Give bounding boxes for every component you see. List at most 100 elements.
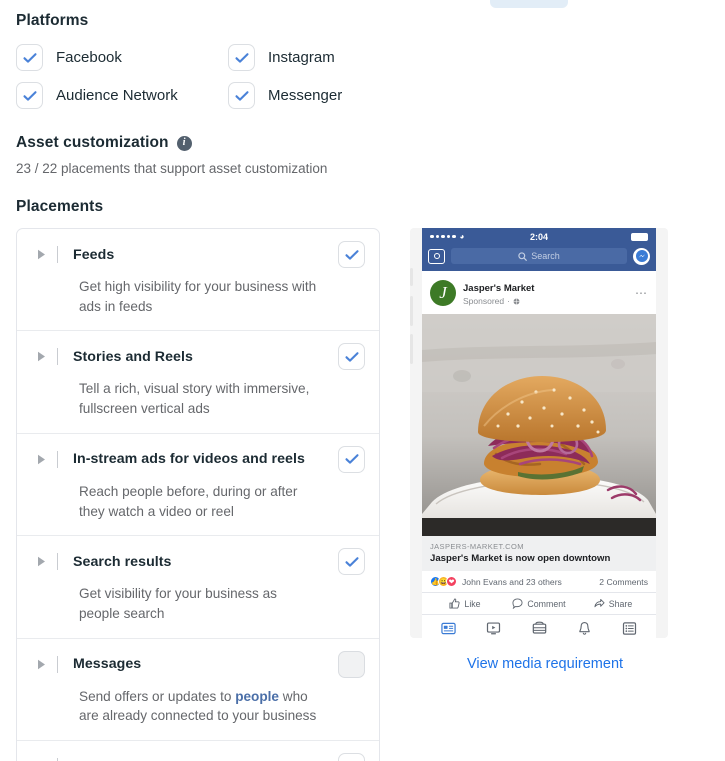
share-button[interactable]: Share	[576, 598, 650, 609]
desc-text: Reach people before, during or after the…	[79, 483, 298, 519]
platforms-grid: Facebook Instagram Audience Network Mess…	[16, 44, 380, 109]
checkbox-checked-icon[interactable]	[16, 44, 43, 71]
link-domain: JASPERS-MARKET.COM	[430, 542, 524, 552]
checkbox-checked-icon[interactable]	[338, 241, 365, 268]
search-icon	[518, 251, 528, 261]
platforms-heading: Platforms	[16, 12, 89, 29]
checkbox-checked-icon[interactable]	[338, 445, 365, 473]
checkbox-checked-icon[interactable]	[338, 343, 365, 371]
tab-watch[interactable]	[471, 621, 516, 636]
chevron-right-icon[interactable]	[35, 248, 47, 262]
reactions-group[interactable]: 👍 😀 ❤	[430, 576, 457, 588]
platform-label: Messenger	[268, 87, 343, 104]
placement-row-feeds[interactable]: Feeds Get high visibility for your busin…	[17, 229, 379, 332]
placement-name: In-stream ads for videos and reels	[73, 451, 305, 468]
placement-row-stories-and-reels[interactable]: Stories and Reels Tell a rich, visual st…	[17, 331, 379, 434]
placement-name: Messages	[73, 656, 142, 673]
camera-icon[interactable]	[428, 248, 445, 264]
placement-header: Search results	[17, 548, 379, 576]
placement-row-search-results[interactable]: Search results Get visibility for your b…	[17, 536, 379, 639]
placement-row-messages[interactable]: Messages Send offers or updates to peopl…	[17, 639, 379, 742]
placement-row-apps-and-sites[interactable]: Apps and sites Expand your reach with ad…	[17, 741, 379, 761]
placement-description: Reach people before, during or after the…	[79, 482, 317, 521]
platform-checkbox-messenger[interactable]: Messenger	[228, 82, 380, 109]
search-placeholder-text: Search	[531, 251, 560, 261]
post-header: J Jasper's Market Sponsored · ⋯	[422, 271, 656, 315]
divider	[57, 450, 58, 468]
search-input[interactable]: Search	[451, 248, 627, 264]
checkbox-checked-icon[interactable]	[228, 44, 255, 71]
share-arrow-icon	[594, 599, 605, 608]
marketplace-icon	[532, 621, 546, 634]
placements-list: Feeds Get high visibility for your busin…	[16, 228, 380, 761]
ad-preview-column: ◕ 2:04 Search J Jasper's Market Sponsore…	[400, 228, 690, 672]
tab-news-feed[interactable]	[426, 621, 471, 636]
platform-checkbox-audience-network[interactable]: Audience Network	[16, 82, 228, 109]
checkbox-checked-icon[interactable]	[16, 82, 43, 109]
platform-label: Audience Network	[56, 87, 178, 104]
checkbox-checked-icon[interactable]	[338, 753, 365, 761]
placements-panel: Platforms Facebook Instagram Audience Ne…	[0, 0, 725, 761]
placement-name: Search results	[73, 553, 172, 570]
reactions-text[interactable]: John Evans and 23 others	[462, 577, 562, 587]
social-proof-row: 👍 😀 ❤ John Evans and 23 others 2 Comment…	[422, 571, 656, 594]
desc-text: Get visibility for your business as peop…	[79, 586, 277, 621]
placement-row-in-stream-ads[interactable]: In-stream ads for videos and reels Reach…	[17, 434, 379, 537]
asset-customization-heading-row: Asset customization i	[16, 134, 380, 152]
phone-side-button	[410, 334, 413, 364]
link-card[interactable]: JASPERS-MARKET.COM Jasper's Market is no…	[422, 536, 656, 572]
comments-count[interactable]: 2 Comments	[599, 577, 648, 587]
action-label: Comment	[527, 598, 566, 609]
divider	[57, 246, 58, 263]
notifications-bell-icon	[578, 621, 590, 635]
platform-label: Facebook	[56, 49, 122, 66]
news-feed-icon	[441, 622, 456, 635]
clipped-top-pill[interactable]	[490, 0, 568, 8]
platform-checkbox-instagram[interactable]: Instagram	[228, 44, 380, 71]
post-actions: Like Comment Share	[422, 593, 656, 616]
placement-header: Stories and Reels	[17, 343, 379, 371]
placement-description: Get high visibility for your business wi…	[79, 277, 317, 316]
messenger-icon[interactable]	[633, 247, 650, 265]
platform-checkbox-facebook[interactable]: Facebook	[16, 44, 228, 71]
platform-label: Instagram	[268, 49, 335, 66]
left-column: Platforms Facebook Instagram Audience Ne…	[16, 12, 380, 761]
status-bar: ◕ 2:04	[422, 228, 656, 245]
checkbox-checked-icon[interactable]	[338, 548, 365, 576]
page-name[interactable]: Jasper's Market	[463, 283, 534, 294]
divider	[57, 553, 58, 571]
app-bar: Search	[422, 245, 656, 271]
asset-customization-subtext: 23 / 22 placements that support asset cu…	[16, 161, 328, 176]
checkbox-unchecked-icon[interactable]	[338, 650, 365, 678]
chevron-right-icon[interactable]	[35, 657, 47, 671]
chevron-right-icon[interactable]	[35, 452, 47, 466]
reaction-love-icon: ❤	[446, 576, 457, 588]
placement-name: Stories and Reels	[73, 348, 193, 365]
placements-heading: Placements	[16, 198, 104, 215]
placement-header: Feeds	[17, 241, 379, 268]
phone-mockup: ◕ 2:04 Search J Jasper's Market Sponsore…	[410, 228, 668, 638]
desc-text: Send offers or updates to	[79, 688, 236, 704]
chevron-right-icon[interactable]	[35, 555, 47, 569]
placement-header: In-stream ads for videos and reels	[17, 445, 379, 473]
info-icon[interactable]: i	[176, 135, 192, 151]
tab-marketplace[interactable]	[516, 621, 561, 636]
chevron-right-icon[interactable]	[35, 350, 47, 364]
bottom-tab-bar	[422, 615, 656, 638]
post-header-text: Jasper's Market Sponsored ·	[463, 278, 534, 307]
tab-menu[interactable]	[607, 621, 652, 636]
action-label: Share	[608, 598, 633, 609]
view-media-requirement-link[interactable]: View media requirement	[400, 656, 690, 672]
watch-video-icon	[487, 622, 501, 635]
placement-name: Feeds	[73, 246, 115, 263]
sponsored-label: Sponsored	[463, 296, 505, 306]
tab-notifications[interactable]	[562, 621, 607, 636]
comment-button[interactable]: Comment	[502, 598, 576, 610]
desc-text: Tell a rich, visual story with immersive…	[79, 381, 310, 417]
like-button[interactable]: Like	[428, 598, 502, 609]
avatar[interactable]: J	[430, 279, 456, 306]
checkbox-checked-icon[interactable]	[228, 82, 255, 109]
placement-header: Apps and sites	[17, 753, 379, 761]
divider	[57, 655, 58, 673]
ad-image[interactable]	[422, 314, 656, 537]
